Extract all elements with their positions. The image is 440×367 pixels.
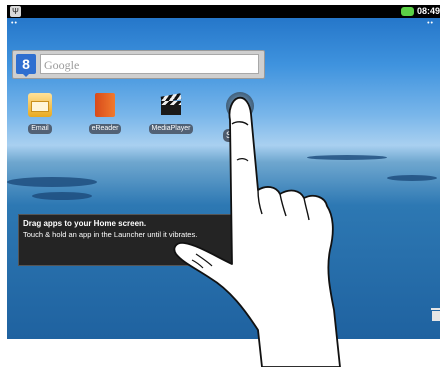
- pointing-hand: [173, 96, 341, 367]
